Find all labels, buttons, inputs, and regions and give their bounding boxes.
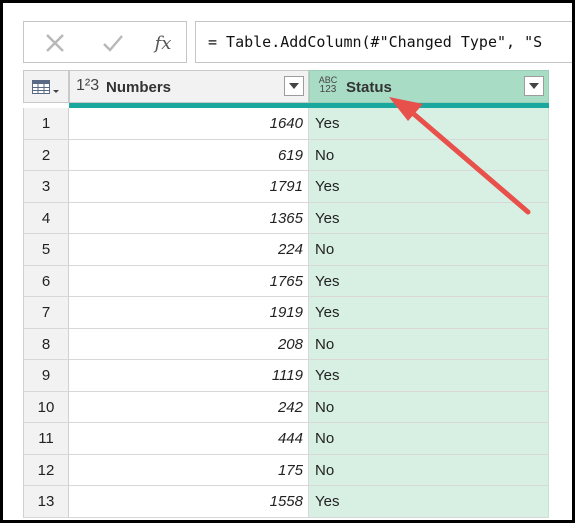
table-row[interactable]: 7 1919 Yes (23, 297, 549, 329)
numbers-cell[interactable]: 444 (69, 423, 309, 455)
table-row[interactable]: 8 208 No (23, 328, 549, 360)
numbers-cell[interactable]: 1558 (69, 486, 309, 518)
status-cell[interactable]: Yes (309, 171, 549, 203)
row-index[interactable]: 5 (23, 234, 69, 266)
status-cell[interactable]: Yes (309, 297, 549, 329)
numbers-cell[interactable]: 1919 (69, 297, 309, 329)
status-cell[interactable]: Yes (309, 360, 549, 392)
row-index[interactable]: 3 (23, 171, 69, 203)
formula-input[interactable]: = Table.AddColumn(#"Changed Type", "S (195, 21, 572, 63)
column-header-status[interactable]: ABC 123 Status (309, 70, 549, 103)
numbers-cell[interactable]: 242 (69, 391, 309, 423)
column-title: Numbers (106, 79, 172, 96)
numbers-cell[interactable]: 1791 (69, 171, 309, 203)
table-row[interactable]: 12 175 No (23, 454, 549, 486)
table-row[interactable]: 2 619 No (23, 139, 549, 171)
numbers-cell[interactable]: 1365 (69, 202, 309, 234)
row-index[interactable]: 10 (23, 391, 69, 423)
close-icon[interactable] (38, 28, 72, 58)
table-row[interactable]: 4 1365 Yes (23, 202, 549, 234)
column-title: Status (346, 79, 392, 96)
numbers-cell[interactable]: 1119 (69, 360, 309, 392)
query-editor-window: fx = Table.AddColumn(#"Changed Type", "S… (3, 3, 572, 520)
row-index[interactable]: 1 (23, 108, 69, 140)
row-index[interactable]: 6 (23, 265, 69, 297)
chevron-down-icon (529, 83, 539, 89)
table-row[interactable]: 5 224 No (23, 234, 549, 266)
status-cell[interactable]: No (309, 391, 549, 423)
chevron-down-icon (289, 83, 299, 89)
status-cell[interactable]: No (309, 328, 549, 360)
status-cell[interactable]: No (309, 454, 549, 486)
table-row[interactable]: 11 444 No (23, 423, 549, 455)
row-index[interactable]: 9 (23, 360, 69, 392)
row-index[interactable]: 4 (23, 202, 69, 234)
fx-icon[interactable]: fx (146, 28, 180, 58)
row-index[interactable]: 2 (23, 139, 69, 171)
filter-dropdown-button[interactable] (524, 76, 544, 96)
any-type-icon[interactable]: ABC 123 (316, 75, 340, 95)
status-cell[interactable]: No (309, 234, 549, 266)
whole-number-type-icon[interactable]: 1²3 (76, 77, 99, 95)
table-row[interactable]: 1 1640 Yes (23, 108, 549, 140)
numbers-cell[interactable]: 224 (69, 234, 309, 266)
row-index[interactable]: 13 (23, 486, 69, 518)
table-row[interactable]: 10 242 No (23, 391, 549, 423)
check-icon[interactable] (96, 28, 130, 58)
numbers-cell[interactable]: 1765 (69, 265, 309, 297)
formula-tools: fx (23, 21, 187, 63)
table-menu-button[interactable] (23, 70, 69, 103)
status-cell[interactable]: Yes (309, 202, 549, 234)
status-cell[interactable]: Yes (309, 108, 549, 140)
numbers-cell[interactable]: 208 (69, 328, 309, 360)
status-cell[interactable]: No (309, 139, 549, 171)
row-index[interactable]: 7 (23, 297, 69, 329)
row-index[interactable]: 11 (23, 423, 69, 455)
numbers-cell[interactable]: 1640 (69, 108, 309, 140)
status-cell[interactable]: Yes (309, 486, 549, 518)
table-row[interactable]: 13 1558 Yes (23, 486, 549, 518)
filter-dropdown-button[interactable] (284, 76, 304, 96)
row-index[interactable]: 8 (23, 328, 69, 360)
row-index[interactable]: 12 (23, 454, 69, 486)
status-cell[interactable]: Yes (309, 265, 549, 297)
table-icon (32, 80, 59, 94)
table-row[interactable]: 3 1791 Yes (23, 171, 549, 203)
table-row[interactable]: 9 1119 Yes (23, 360, 549, 392)
header-row: 1²3 Numbers ABC 123 Status (23, 70, 549, 103)
numbers-cell[interactable]: 175 (69, 454, 309, 486)
status-cell[interactable]: No (309, 423, 549, 455)
table-row[interactable]: 6 1765 Yes (23, 265, 549, 297)
numbers-cell[interactable]: 619 (69, 139, 309, 171)
column-header-numbers[interactable]: 1²3 Numbers (69, 70, 309, 103)
data-grid: 1²3 Numbers ABC 123 Status 1 1640 Yes 2 619 N… (23, 70, 549, 520)
